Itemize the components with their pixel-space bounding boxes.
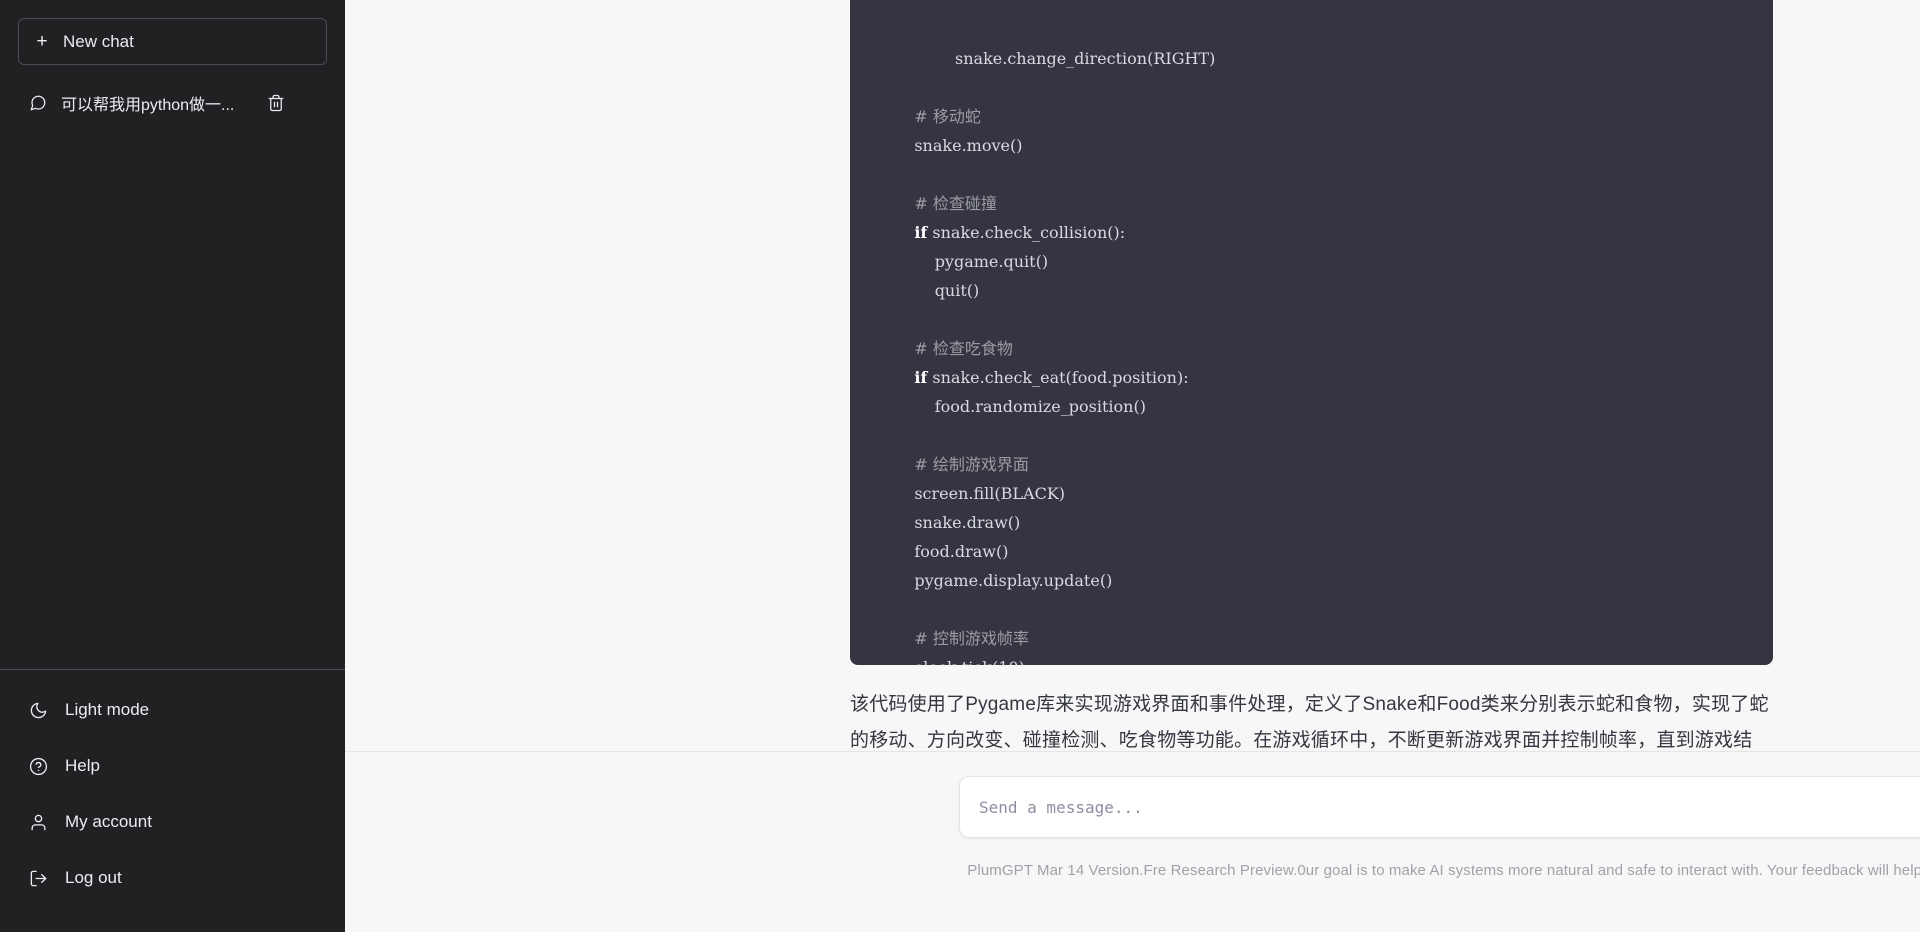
moon-icon <box>28 700 48 720</box>
code-comment: # 检查碰撞 <box>894 194 997 213</box>
sidebar-footer-menu: Light mode Help My account Log out <box>0 669 345 932</box>
code-line: # 控制游戏帧率 <box>894 624 1729 653</box>
sidebar-item-log-out[interactable]: Log out <box>18 850 327 906</box>
sidebar-item-label-my-account: My account <box>65 812 152 831</box>
footer-disclaimer: PlumGPT Mar 14 Version.Fre Research Prev… <box>967 862 1920 879</box>
app-root: + New chat 可以帮我用python做一... Light mode H… <box>0 0 1920 932</box>
message-input-box[interactable] <box>959 776 1920 838</box>
sidebar-header: + New chat <box>0 10 345 65</box>
sidebar: + New chat 可以帮我用python做一... Light mode H… <box>0 0 345 932</box>
code-line: # 绘制游戏界面 <box>894 450 1729 479</box>
code-keyword: if <box>914 223 928 242</box>
assistant-message-wrapper: snake.change_direction(RIGHT) # 移动蛇 snak… <box>345 0 1920 751</box>
code-line: # 检查碰撞 <box>894 189 1729 218</box>
code-text: pygame.quit() <box>894 252 1049 271</box>
code-line: if snake.check_collision(): <box>894 218 1729 247</box>
logout-icon <box>28 868 48 888</box>
code-keyword: if <box>914 368 928 387</box>
code-text: snake.move() <box>894 136 1023 155</box>
code-text: clock.tick(10) <box>894 658 1025 665</box>
plus-icon: + <box>36 31 48 52</box>
code-text: food.draw() <box>894 542 1009 561</box>
code-line: snake.draw() <box>894 508 1729 537</box>
code-line: food.draw() <box>894 537 1729 566</box>
code-line: food.randomize_position() <box>894 392 1729 421</box>
chat-history-list: 可以帮我用python做一... <box>0 81 345 125</box>
code-text: snake.check_eat(food.position): <box>927 368 1189 387</box>
code-comment: # 检查吃食物 <box>894 339 1013 358</box>
code-line: pygame.display.update() <box>894 566 1729 595</box>
code-block[interactable]: snake.change_direction(RIGHT) # 移动蛇 snak… <box>850 0 1773 665</box>
code-text: snake.check_collision(): <box>927 223 1126 242</box>
trash-icon[interactable] <box>266 93 286 113</box>
chat-history-item-title: 可以帮我用python做一... <box>61 97 235 114</box>
code-text: food.randomize_position() <box>894 397 1146 416</box>
code-comment: # 绘制游戏界面 <box>894 455 1029 474</box>
sidebar-item-my-account[interactable]: My account <box>18 794 327 850</box>
code-line: clock.tick(10) <box>894 653 1729 665</box>
sidebar-item-label-log-out: Log out <box>65 868 122 887</box>
sidebar-item-light-mode[interactable]: Light mode <box>18 682 327 738</box>
composer-area: PlumGPT Mar 14 Version.Fre Research Prev… <box>345 751 1920 932</box>
question-circle-icon <box>28 756 48 776</box>
chat-thread: snake.change_direction(RIGHT) # 移动蛇 snak… <box>345 0 1920 751</box>
code-text: snake.change_direction(RIGHT) <box>894 49 1216 68</box>
code-line: snake.change_direction(RIGHT) <box>894 44 1729 73</box>
code-line: quit() <box>894 276 1729 305</box>
code-text: pygame.display.update() <box>894 571 1113 590</box>
code-line: pygame.quit() <box>894 247 1729 276</box>
code-line: # 移动蛇 <box>894 102 1729 131</box>
chat-bubble-icon <box>28 93 48 113</box>
code-block-content: snake.change_direction(RIGHT) # 移动蛇 snak… <box>850 44 1773 665</box>
sidebar-item-label-light-mode: Light mode <box>65 700 150 719</box>
code-text: screen.fill(BLACK) <box>894 484 1066 503</box>
main-content: snake.change_direction(RIGHT) # 移动蛇 snak… <box>345 0 1920 932</box>
code-line: screen.fill(BLACK) <box>894 479 1729 508</box>
code-text: snake.draw() <box>894 513 1021 532</box>
code-line: if snake.check_eat(food.position): <box>894 363 1729 392</box>
code-comment: # 控制游戏帧率 <box>894 629 1029 648</box>
assistant-message: snake.change_direction(RIGHT) # 移动蛇 snak… <box>850 0 1773 751</box>
code-line: snake.move() <box>894 131 1729 160</box>
message-input[interactable] <box>979 797 1920 817</box>
user-icon <box>28 812 48 832</box>
sidebar-item-label-help: Help <box>65 756 100 775</box>
new-chat-label: New chat <box>63 31 134 51</box>
new-chat-button[interactable]: + New chat <box>18 18 327 65</box>
composer: PlumGPT Mar 14 Version.Fre Research Prev… <box>959 776 1920 879</box>
sidebar-item-help[interactable]: Help <box>18 738 327 794</box>
code-line: # 检查吃食物 <box>894 334 1729 363</box>
chat-history-item[interactable]: 可以帮我用python做一... <box>18 81 327 125</box>
code-text: quit() <box>894 281 980 300</box>
explanation-text: 该代码使用了Pygame库来实现游戏界面和事件处理，定义了Snake和Food类… <box>850 694 1769 751</box>
code-comment: # 移动蛇 <box>894 107 981 126</box>
